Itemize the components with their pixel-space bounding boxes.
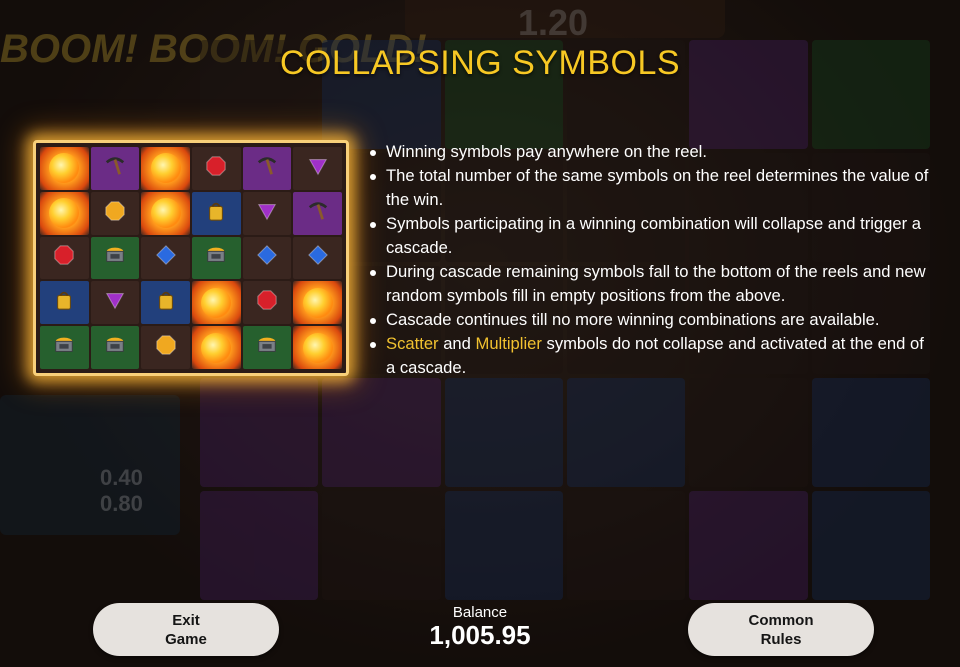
symbol-tile [90,147,140,190]
rule-item: Cascade continues till no more winning c… [366,308,936,332]
rule-item: Scatter and Multiplier symbols do not co… [366,332,936,380]
symbol-tile [40,147,89,190]
amethyst-icon [255,200,279,227]
rule-keyword: Scatter [386,334,439,353]
multiplier-fire-icon [49,153,80,184]
common-rules-label-line2: Rules [760,630,802,648]
gold-cart-icon [103,334,127,361]
symbol-tile [293,326,342,369]
pickaxe-icon [306,200,330,227]
gold-cart-icon [204,244,228,271]
symbol-tile [293,191,342,235]
symbol-tile [40,191,89,235]
collapsing-symbols-illustration [33,140,349,376]
sapphire-icon [255,244,279,271]
common-rules-button[interactable]: Common Rules [688,603,874,656]
multiplier-fire-icon [201,287,232,318]
sapphire-icon [154,244,178,271]
rule-item: Symbols participating in a winning combi… [366,212,936,260]
multiplier-fire-icon [302,332,333,363]
rule-text: The total number of the same symbols on … [386,166,929,209]
multiplier-fire-icon [150,198,181,229]
pickaxe-icon [255,155,279,182]
symbol-tile [90,326,140,369]
rule-text: Cascade continues till no more winning c… [386,310,880,329]
symbol-tile [192,326,241,369]
rule-item: Winning symbols pay anywhere on the reel… [366,140,936,164]
symbol-tile [40,236,89,280]
symbol-tile [242,281,292,325]
common-rules-label-line1: Common [748,611,814,629]
multiplier-fire-icon [201,332,232,363]
rule-keyword: Multiplier [475,334,542,353]
symbol-tile [242,236,292,280]
symbol-tile [242,147,292,190]
symbol-tile [90,236,140,280]
symbol-tile [141,326,190,369]
multiplier-fire-icon [49,198,80,229]
page-title: COLLAPSING SYMBOLS [279,44,681,82]
symbol-tile [40,281,89,325]
symbol-tile [40,326,89,369]
symbol-tile [293,147,342,190]
topaz-icon [103,200,127,227]
lantern-icon [52,289,76,316]
rule-text: Symbols participating in a winning combi… [386,214,921,257]
rule-text: and [438,334,476,353]
symbol-tile [192,191,241,235]
amethyst-icon [103,289,127,316]
sapphire-icon [306,244,330,271]
ruby-icon [255,289,279,316]
symbol-tile [242,191,292,235]
rule-text: During cascade remaining symbols fall to… [386,262,926,305]
symbol-tile [192,281,241,325]
symbol-tile [90,281,140,325]
symbol-tile [293,236,342,280]
symbol-tile [90,191,140,235]
rules-list: Winning symbols pay anywhere on the reel… [366,140,936,380]
symbol-tile [141,281,190,325]
gold-cart-icon [255,334,279,361]
topaz-icon [154,334,178,361]
rule-text: Winning symbols pay anywhere on the reel… [386,142,707,161]
multiplier-fire-icon [302,287,333,318]
symbol-tile [141,191,190,235]
lantern-icon [204,200,228,227]
ruby-icon [204,155,228,182]
gold-cart-icon [103,244,127,271]
lantern-icon [154,289,178,316]
rule-item: The total number of the same symbols on … [366,164,936,212]
symbol-tile [141,236,190,280]
symbol-tile [242,326,292,369]
amethyst-icon [306,155,330,182]
rule-item: During cascade remaining symbols fall to… [366,260,936,308]
gold-cart-icon [52,334,76,361]
symbol-tile [192,236,241,280]
ruby-icon [52,244,76,271]
pickaxe-icon [103,155,127,182]
symbol-tile [141,147,190,190]
symbol-tile [192,147,241,190]
multiplier-fire-icon [150,153,181,184]
symbol-tile [293,281,342,325]
